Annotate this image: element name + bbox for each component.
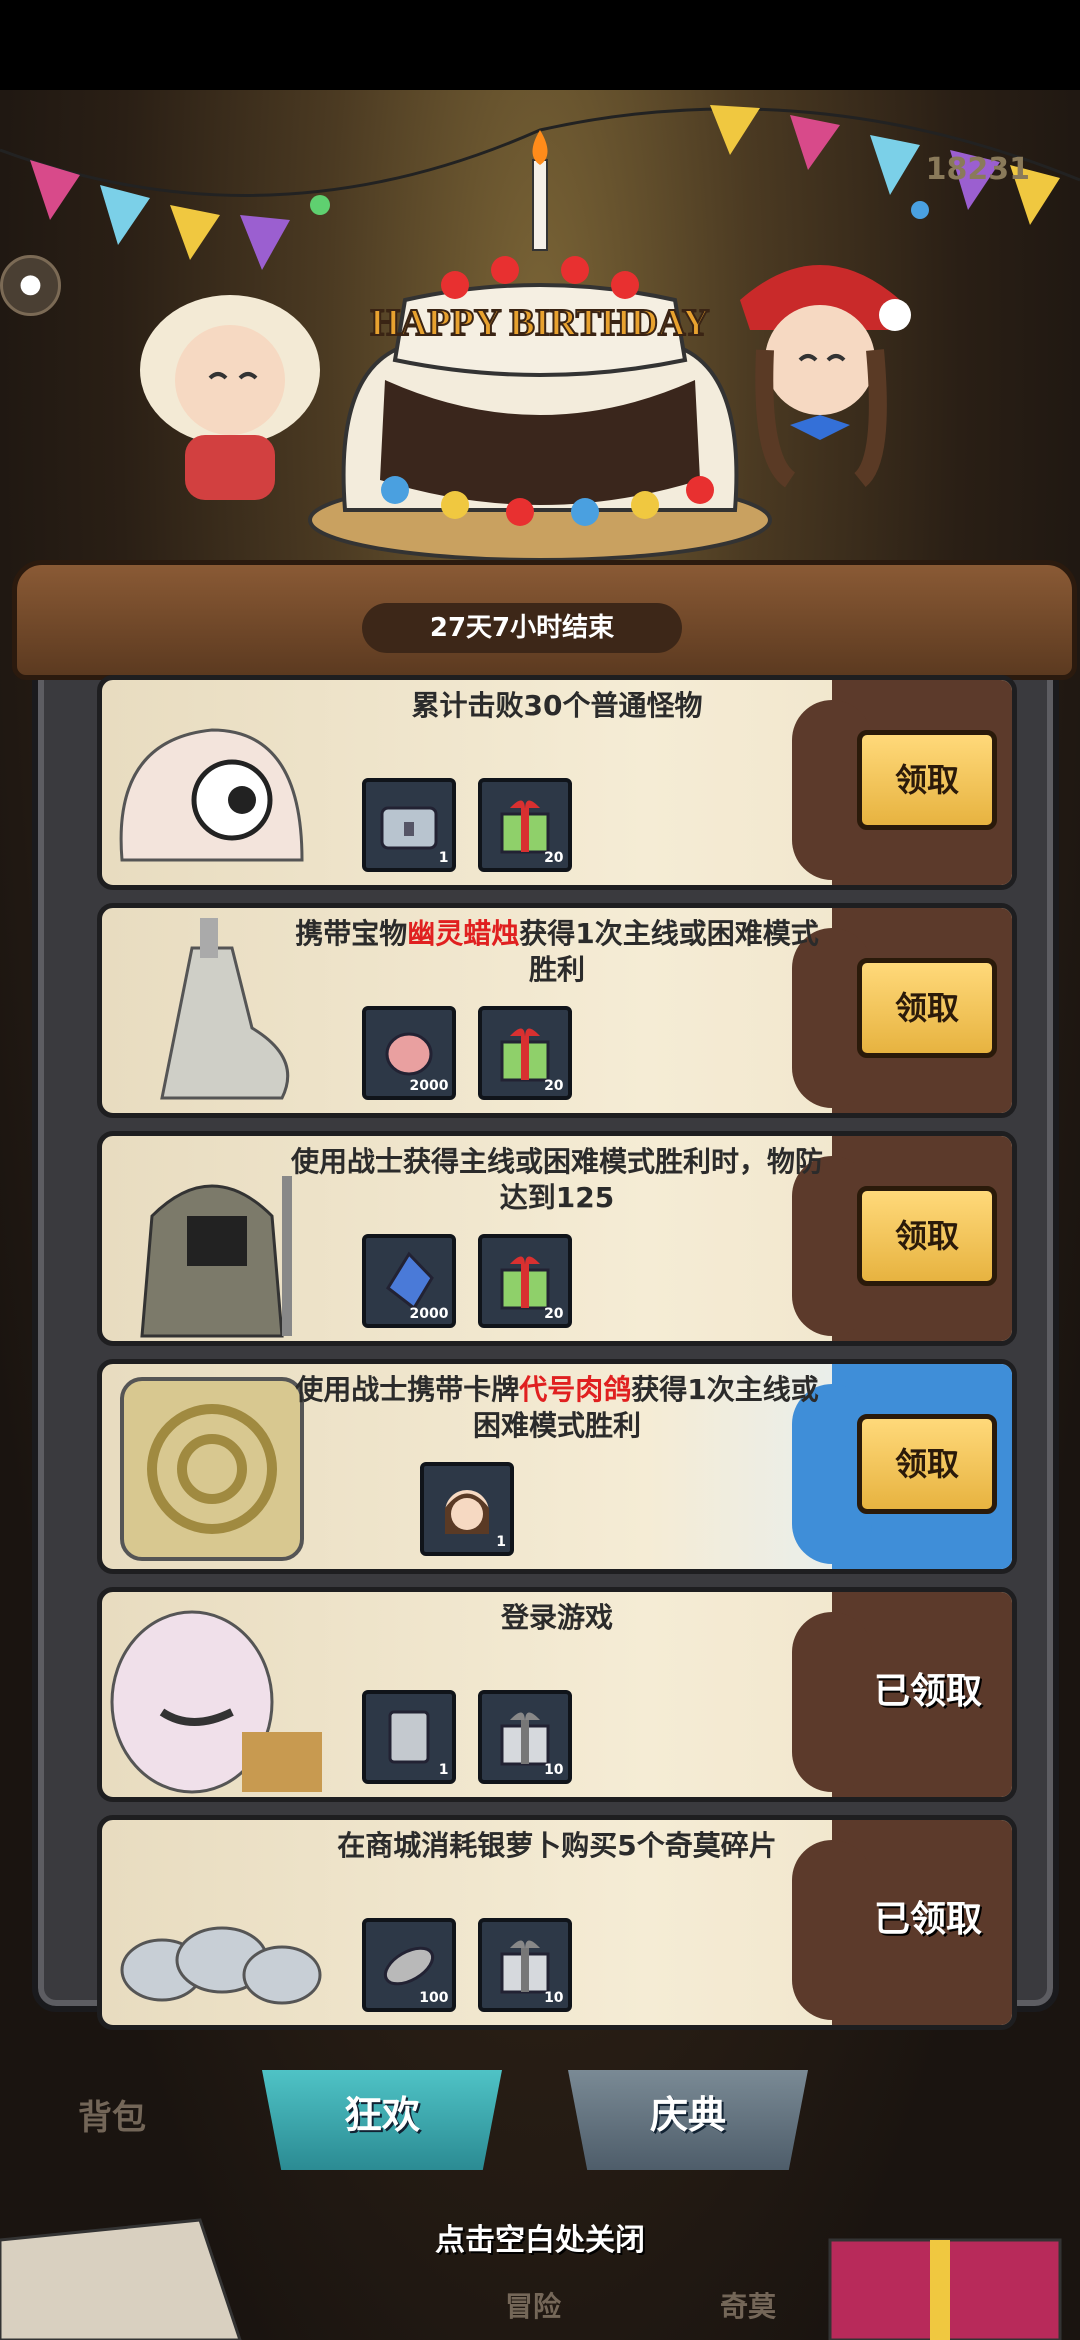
claim-button[interactable]: 领取 [857, 958, 997, 1058]
status-bar [0, 0, 1080, 90]
task-title: 登录游戏 [500, 1601, 613, 1634]
reward-list: 1 10 [102, 1690, 832, 1784]
task-card: 使用战士获得主线或困难模式胜利时，物防达到125 2000 20 领取 [97, 1131, 1017, 1346]
task-card: 携带宝物幽灵蜡烛获得1次主线或困难模式胜利 2000 20 领取 [97, 903, 1017, 1118]
task-title: 在商城消耗银萝卜购买5个奇莫碎片 [337, 1829, 777, 1862]
panel-wood-header: 27天7小时结束 [12, 560, 1077, 680]
task-card: 登录游戏 1 10 已领取 [97, 1587, 1017, 1802]
claimed-status: 已领取 [873, 1671, 982, 1712]
claim-button[interactable]: 领取 [857, 1186, 997, 1286]
silver-card-icon[interactable]: 1 [362, 1690, 457, 1784]
task-title: 累计击败30个普通怪物 [411, 689, 703, 722]
task-card: 使用战士携带卡牌代号肉鸽获得1次主线或困难模式胜利 1 领取 [97, 1359, 1017, 1574]
tab-carnival[interactable]: 狂欢 [262, 2070, 502, 2170]
task-title: 使用战士获得主线或困难模式胜利时，物防达到125 [290, 1145, 823, 1214]
gift-box-icon[interactable]: 20 [477, 1006, 572, 1100]
score-counter: 18231 [925, 152, 1030, 187]
event-panel: 27天7小时结束 累计击败30个普通怪物 1 20 领取 携带宝物幽灵蜡烛获得1… [12, 560, 1077, 2030]
close-hint[interactable]: 点击空白处关闭 [0, 2215, 1080, 2259]
reward-list: 1 20 [102, 778, 832, 872]
birthday-cake-illustration: HAPPY BIRTHDAY [308, 130, 772, 562]
claimed-status: 已领取 [873, 1899, 982, 1940]
task-card: 累计击败30个普通怪物 1 20 领取 [97, 675, 1017, 890]
task-card: 在商城消耗银萝卜购买5个奇莫碎片 100 10 已领取 [97, 1815, 1017, 2030]
task-title: 携带宝物幽灵蜡烛获得1次主线或困难模式胜利 [295, 917, 819, 986]
reward-list: 1 [102, 1462, 832, 1556]
reward-list: 2000 20 [102, 1234, 832, 1328]
character-card-icon[interactable]: 1 [420, 1462, 514, 1556]
event-timer: 27天7小时结束 [362, 603, 682, 653]
cake-text: HAPPY BIRTHDAY [371, 302, 710, 344]
bottom-scene-decoration [0, 2218, 1062, 2340]
bread-icon[interactable]: 100 [362, 1918, 457, 2012]
claim-button[interactable]: 领取 [857, 730, 997, 830]
silver-chest-icon[interactable]: 1 [362, 778, 457, 872]
reward-list: 100 10 [102, 1918, 832, 2012]
gift-box-icon[interactable]: 20 [477, 1234, 572, 1328]
sheep-character-illustration [140, 295, 320, 500]
meat-icon[interactable]: 2000 [362, 1006, 457, 1100]
gift-box-icon[interactable]: 20 [477, 778, 572, 872]
silver-gift-icon[interactable]: 10 [477, 1918, 572, 2012]
bag-label: 背包 [78, 2098, 146, 2138]
blue-crystal-icon[interactable]: 2000 [362, 1234, 457, 1328]
silver-gift-icon[interactable]: 10 [477, 1690, 572, 1784]
reward-list: 2000 20 [102, 1006, 832, 1100]
help-bubble-icon[interactable]: ● [0, 255, 61, 316]
tab-celebration[interactable]: 庆典 [568, 2070, 808, 2170]
task-title: 使用战士携带卡牌代号肉鸽获得1次主线或困难模式胜利 [295, 1373, 819, 1442]
claim-button[interactable]: 领取 [857, 1414, 997, 1514]
